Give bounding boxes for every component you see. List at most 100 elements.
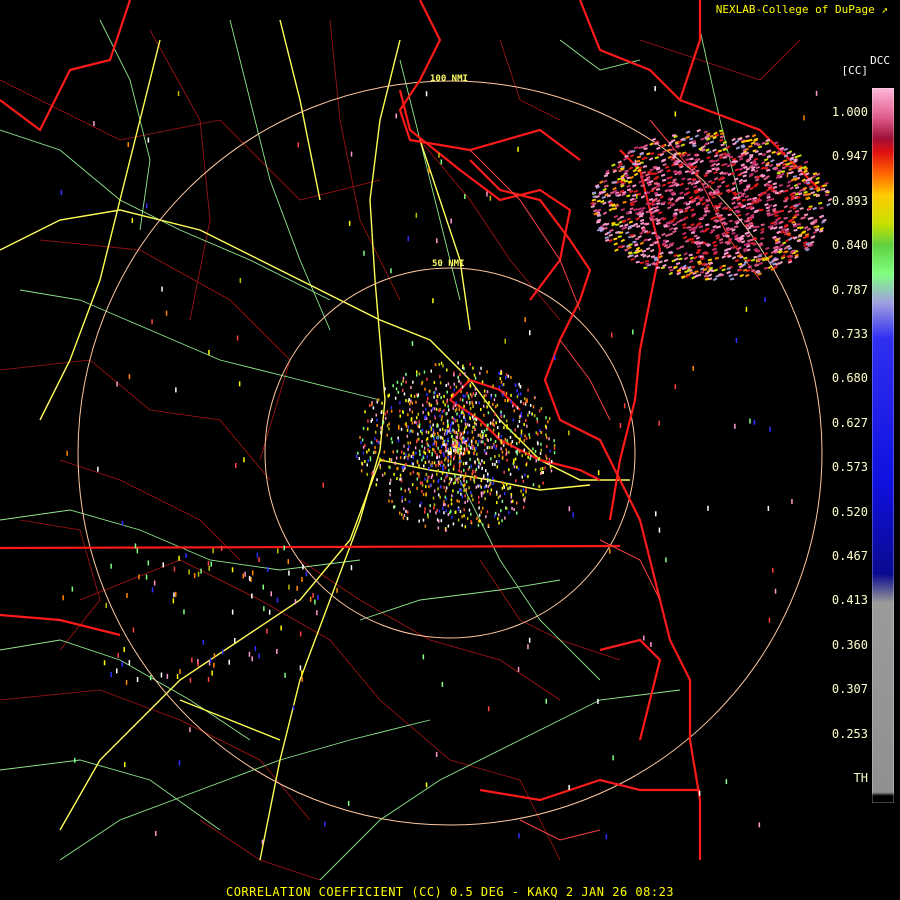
clutter-pixel bbox=[488, 401, 490, 404]
clutter-pixel bbox=[458, 469, 460, 473]
clutter-pixel bbox=[400, 487, 402, 491]
speckle bbox=[175, 591, 177, 597]
clutter-pixel bbox=[402, 516, 405, 520]
colorbar-units: [CC] bbox=[841, 64, 869, 77]
clutter-pixel bbox=[424, 510, 426, 514]
clutter-pixel bbox=[433, 503, 436, 507]
speckle bbox=[110, 563, 112, 569]
speckle bbox=[287, 559, 289, 565]
clutter-pixel bbox=[511, 440, 514, 444]
clutter-pixel bbox=[506, 458, 508, 462]
speckle bbox=[612, 755, 614, 761]
clutter-pixel bbox=[492, 418, 495, 422]
clutter-pixel bbox=[504, 399, 506, 402]
clutter-pixel bbox=[403, 392, 406, 396]
clutter-pixel bbox=[473, 373, 476, 377]
speckle bbox=[117, 652, 119, 658]
clutter-pixel bbox=[429, 389, 431, 393]
speckle bbox=[390, 268, 392, 274]
clutter-pixel bbox=[457, 375, 459, 379]
clutter-pixel bbox=[497, 426, 499, 430]
speckle bbox=[228, 659, 230, 665]
clutter-pixel bbox=[462, 364, 464, 368]
clutter-pixel bbox=[495, 421, 497, 425]
radar-map[interactable]: 50 NMI 100 NMI bbox=[0, 0, 900, 900]
clutter-pixel bbox=[388, 422, 390, 426]
speckle bbox=[116, 668, 118, 674]
clutter-pixel bbox=[445, 412, 447, 416]
speckle bbox=[145, 574, 148, 580]
clutter-pixel bbox=[491, 445, 493, 449]
clutter-pixel bbox=[374, 430, 377, 434]
clutter-pixel bbox=[427, 443, 429, 447]
speckle bbox=[116, 381, 118, 387]
clutter-pixel bbox=[458, 408, 461, 412]
speckle bbox=[316, 610, 318, 616]
clutter-pixel bbox=[495, 405, 497, 409]
clutter-pixel bbox=[460, 470, 462, 474]
clutter-pixel bbox=[514, 434, 517, 438]
clutter-pixel bbox=[498, 432, 500, 436]
clutter-pixel bbox=[441, 436, 444, 440]
clutter-pixel bbox=[444, 466, 447, 470]
clutter-pixel bbox=[436, 472, 438, 476]
clutter-pixel bbox=[450, 424, 452, 428]
clutter-pixel bbox=[500, 447, 502, 451]
speckle bbox=[350, 151, 353, 157]
clutter-pixel bbox=[540, 472, 542, 475]
clutter-pixel bbox=[472, 425, 474, 429]
clutter-pixel bbox=[531, 412, 533, 416]
clutter-pixel bbox=[380, 431, 382, 435]
colorbar-tick-label: 1.000 bbox=[831, 105, 868, 119]
clutter-pixel bbox=[434, 432, 436, 436]
clutter-pixel bbox=[545, 436, 548, 440]
clutter-pixel bbox=[390, 437, 393, 441]
speckle bbox=[263, 606, 265, 612]
clutter-pixel bbox=[482, 440, 484, 444]
clutter-pixel bbox=[478, 506, 480, 510]
clutter-pixel bbox=[438, 519, 440, 523]
clutter-pixel bbox=[397, 436, 399, 440]
external-link-icon[interactable]: ↗ bbox=[881, 3, 888, 16]
clutter-pixel bbox=[490, 488, 493, 492]
clutter-pixel bbox=[501, 450, 504, 454]
clutter-pixel bbox=[369, 404, 371, 408]
speckle bbox=[250, 577, 252, 582]
clutter-pixel bbox=[443, 485, 445, 489]
clutter-pixel bbox=[527, 413, 529, 417]
credit-label: NEXLAB-College of DuPage ↗ bbox=[716, 3, 888, 16]
clutter-pixel bbox=[469, 477, 472, 481]
clutter-pixel bbox=[466, 400, 468, 404]
speckle bbox=[251, 593, 253, 599]
clutter-pixel bbox=[498, 521, 500, 525]
clutter-pixel bbox=[426, 455, 428, 459]
speckle bbox=[256, 552, 259, 558]
clutter-pixel bbox=[459, 510, 462, 513]
speckle bbox=[175, 387, 177, 393]
clutter-pixel bbox=[399, 511, 401, 515]
speckle bbox=[450, 218, 452, 224]
clutter-pixel bbox=[446, 400, 448, 404]
clutter-pixel bbox=[447, 404, 449, 408]
colorbar-title: DCC bbox=[870, 54, 890, 67]
clutter-pixel bbox=[467, 394, 470, 398]
clutter-pixel bbox=[477, 523, 480, 527]
clutter-pixel bbox=[514, 428, 516, 432]
clutter-pixel bbox=[366, 463, 368, 467]
clutter-pixel bbox=[406, 428, 409, 432]
clutter-pixel bbox=[443, 511, 445, 515]
clutter-pixel bbox=[518, 440, 521, 444]
speckle bbox=[161, 286, 163, 292]
clutter-pixel bbox=[475, 485, 477, 489]
clutter-pixel bbox=[463, 468, 465, 472]
speckle bbox=[446, 430, 448, 436]
speckle bbox=[772, 567, 774, 573]
clutter-pixel bbox=[504, 492, 506, 496]
clutter-pixel bbox=[407, 447, 409, 451]
speckle bbox=[276, 597, 279, 603]
clutter-pixel bbox=[446, 368, 448, 372]
speckle bbox=[284, 672, 286, 678]
clutter-pixel bbox=[416, 477, 418, 481]
clutter-pixel bbox=[408, 398, 410, 401]
clutter-pixel bbox=[426, 437, 429, 441]
